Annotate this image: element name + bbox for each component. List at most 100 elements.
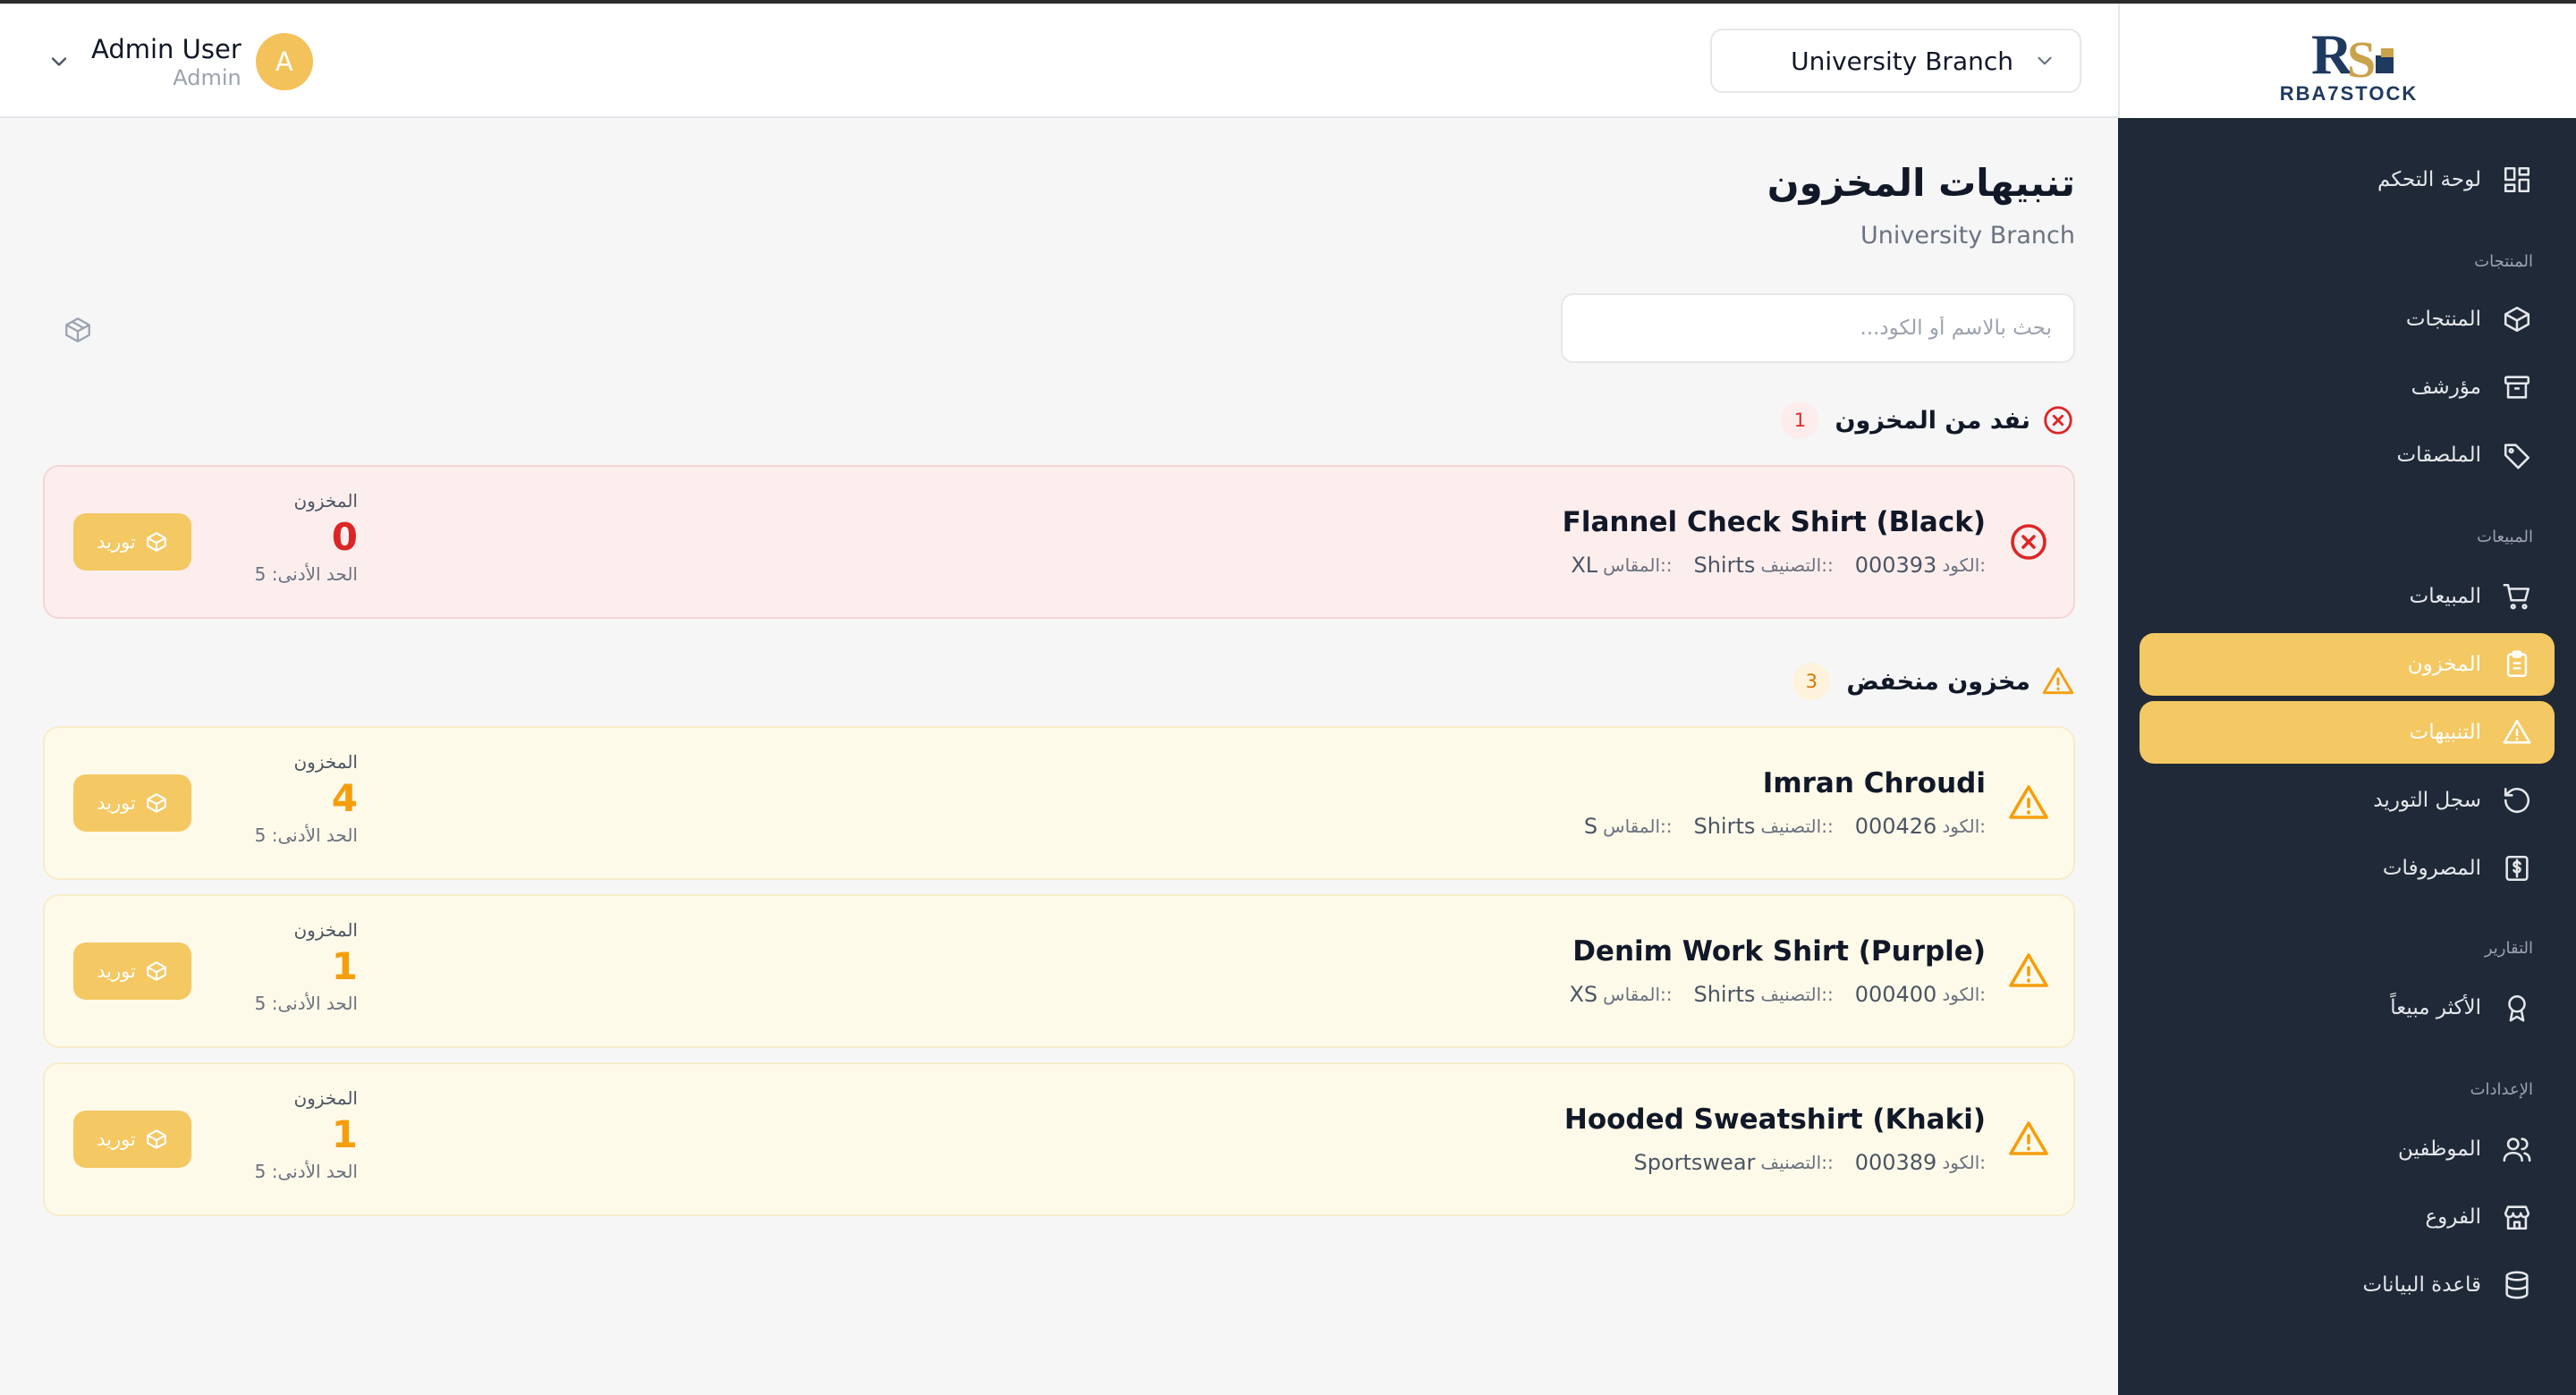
stock-value: 1 [331,1112,358,1156]
alert-triangle-icon [2042,667,2074,695]
stock-info: المخزون 1 الحد الأدنى: 5 [206,917,358,1016]
product-meta: الكود: 000389 التصنيف:: Sportswear [1612,1150,1986,1175]
sidebar-item-best-sellers[interactable]: الأكثر مبيعاً [2140,976,2555,1039]
product-category-label: التصنيف:: [1760,816,1834,837]
sidebar-item-archived[interactable]: مؤرشف [2140,356,2555,418]
supply-button-label: توريد [97,1129,136,1150]
chevron-down-icon [51,57,67,66]
supply-button[interactable]: توريد [73,943,191,1000]
alert-card-low-stock: Hooded Sweatshirt (Khaki) الكود: 000389 ا… [43,1062,2075,1216]
box-icon [147,532,166,552]
sidebar-item-expenses[interactable]: المصروفات [2140,837,2555,900]
supply-button[interactable]: توريد [73,774,191,832]
cart-icon [2501,580,2533,613]
stock-label: المخزون [293,919,358,941]
user-menu[interactable]: Admin User Admin A [47,30,313,93]
product-category-label: التصنيف:: [1760,1152,1834,1173]
stock-info: المخزون 0 الحد الأدنى: 5 [206,488,358,587]
stock-value: 1 [331,944,358,988]
low-stock-header: 3 مخزون منخفض [1792,662,2075,701]
sidebar: R S RBA7STOCK لوحة التحكم المنتجات المنت… [2118,4,2576,1395]
product-meta: الكود: 000393 التصنيف:: Shirts المقاس:: XL [1549,553,1986,578]
product-category-label: التصنيف:: [1760,554,1834,576]
sidebar-item-alerts[interactable]: التنبيهات [2140,701,2555,764]
stock-minimum: الحد الأدنى: 5 [254,993,358,1014]
sidebar-item-labels[interactable]: الملصقات [2140,424,2555,486]
product-name: Flannel Check Shirt (Black) [1562,506,1986,538]
users-icon [2501,1133,2533,1165]
sidebar-item-label: المبيعات [2409,585,2481,608]
product-size: XS [1569,982,1598,1007]
product-code: 000389 [1854,1150,1937,1175]
product-category: Shirts [1693,814,1756,839]
sidebar-item-branches[interactable]: الفروع [2140,1186,2555,1248]
stock-value: 0 [331,515,358,559]
alert-triangle-icon [2009,785,2048,819]
clipboard-icon [2501,648,2533,681]
supply-button[interactable]: توريد [73,513,191,571]
top-header: Admin User Admin A University Branch [0,4,2118,118]
box-icon[interactable] [63,315,93,345]
low-stock-title: مخزون منخفض [1846,667,2030,696]
search-input[interactable] [1561,293,2075,363]
store-icon [2501,1201,2533,1233]
x-circle-icon [2044,406,2072,435]
supply-button-label: توريد [97,960,136,982]
archive-icon [2501,371,2533,403]
sidebar-item-label: قاعدة البيانات [2362,1273,2481,1297]
sidebar-item-products[interactable]: المنتجات [2140,288,2555,351]
window-top-border [0,0,2576,4]
sidebar-section-products: المنتجات [2474,252,2533,271]
sidebar-item-database[interactable]: قاعدة البيانات [2140,1254,2555,1316]
product-code: 000400 [1854,982,1937,1007]
box-icon [2501,303,2533,335]
alert-card-low-stock: Imran Chroudi الكود: 000426 التصنيف:: Shir… [43,726,2075,880]
product-code-label: الكود: [1942,554,1986,576]
sidebar-item-label: الفروع [2425,1205,2481,1229]
box-icon [147,793,166,813]
stock-label: المخزون [293,751,358,773]
product-meta: الكود: 000400 التصنيف:: Shirts المقاس:: XS [1547,982,1986,1007]
sidebar-item-label: التنبيهات [2409,721,2481,744]
alert-card-low-stock: Denim Work Shirt (Purple) الكود: 000400 ا… [43,894,2075,1048]
stock-info: المخزون 1 الحد الأدنى: 5 [206,1086,358,1184]
tag-icon [2501,439,2533,471]
svg-text:S: S [2347,30,2376,89]
stock-label: المخزون [293,490,358,512]
page-subtitle: University Branch [1860,222,2075,249]
award-icon [2501,992,2533,1024]
sidebar-item-sales[interactable]: المبيعات [2140,565,2555,628]
alert-card-out-of-stock: Flannel Check Shirt (Black) الكود: 000393… [43,465,2075,619]
box-icon [147,961,166,981]
chevron-down-icon [2038,56,2052,65]
user-name: Admin User [91,34,242,64]
branch-select[interactable]: University Branch [1710,29,2081,93]
receipt-dollar-icon [2501,852,2533,884]
dashboard-grid-icon [2501,164,2533,196]
stock-minimum: الحد الأدنى: 5 [254,824,358,846]
alert-triangle-icon [2009,953,2048,987]
product-size: XL [1571,553,1598,578]
avatar[interactable]: A [255,33,313,90]
logo[interactable]: R S RBA7STOCK [2118,4,2576,118]
sidebar-item-supply-log[interactable]: سجل التوريد [2140,769,2555,832]
product-category: Shirts [1693,553,1756,578]
out-of-stock-count: 1 [1781,402,1819,439]
stock-value: 4 [331,776,358,820]
sidebar-item-inventory[interactable]: المخزون [2140,633,2555,696]
branch-select-value: University Branch [1791,46,2013,76]
sidebar-item-label: الأكثر مبيعاً [2390,996,2481,1019]
sidebar-item-label: الملصقات [2396,444,2481,467]
supply-button[interactable]: توريد [73,1111,191,1168]
sidebar-item-dashboard[interactable]: لوحة التحكم [2140,148,2555,211]
product-category: Sportswear [1633,1150,1756,1175]
alert-triangle-icon [2009,1121,2048,1155]
supply-button-label: توريد [97,531,136,553]
product-size-label: المقاس:: [1603,554,1673,576]
low-stock-count: 3 [1792,663,1831,700]
user-info: Admin User Admin [91,33,242,90]
product-name: Imran Chroudi [1762,767,1986,799]
out-of-stock-title: نفد من المخزون [1835,406,2030,435]
product-name: Hooded Sweatshirt (Khaki) [1563,1103,1986,1136]
sidebar-item-employees[interactable]: الموظفين [2140,1118,2555,1180]
